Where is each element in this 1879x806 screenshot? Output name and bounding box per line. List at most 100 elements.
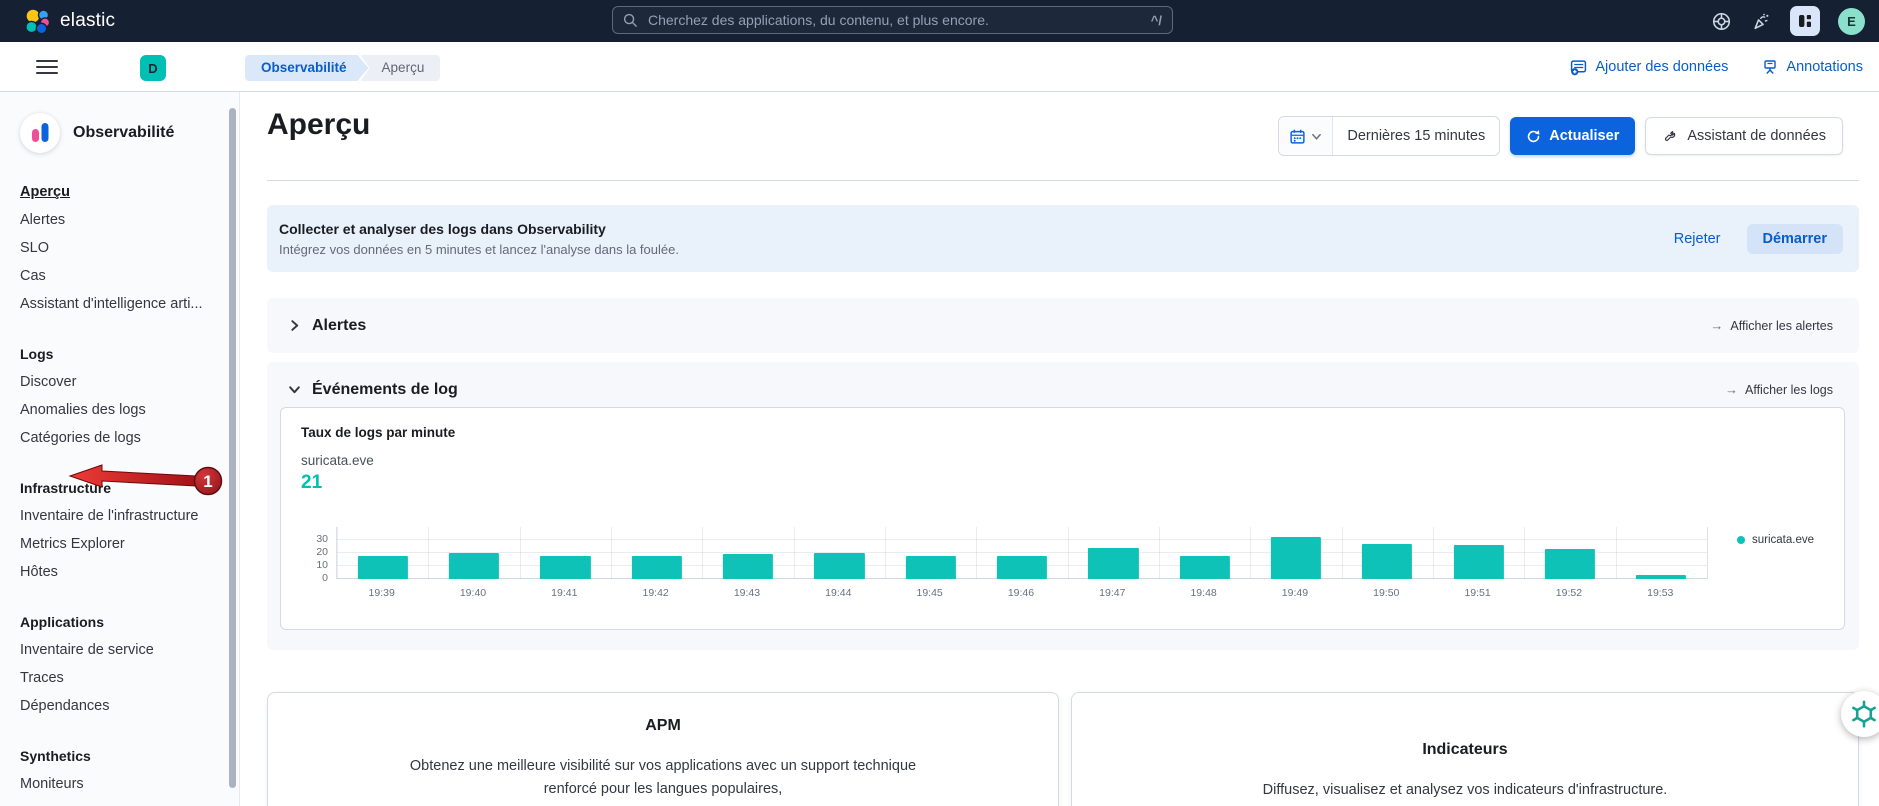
data-assistant-button[interactable]: Assistant de données [1645, 117, 1843, 155]
sidebar-item-apercu[interactable]: Aperçu [20, 178, 215, 206]
chart-bar-19:41 [540, 556, 590, 579]
chart-bar-19:49 [1271, 537, 1321, 579]
alerts-section: Alertes → Afficher les alertes [267, 298, 1859, 353]
user-avatar[interactable]: E [1838, 8, 1865, 35]
chart-slot-19:52 [1524, 527, 1615, 579]
sidebar-item-metrics-explorer[interactable]: Metrics Explorer [20, 530, 215, 558]
start-button[interactable]: Démarrer [1747, 224, 1844, 254]
sidebar-item-alertes[interactable]: Alertes [20, 206, 215, 234]
refresh-button[interactable]: Actualiser [1510, 117, 1635, 155]
log-events-section-title: Événements de log [312, 381, 458, 399]
chart-bar-19:43 [723, 554, 773, 579]
x-axis-label-19:42: 19:42 [610, 587, 701, 599]
chart-bar-19:40 [449, 553, 499, 579]
global-search[interactable]: ^/ [612, 6, 1173, 34]
sidebar-item-inventaire-de-service[interactable]: Inventaire de service [20, 636, 215, 664]
y-axis-label-20: 20 [316, 546, 328, 558]
chart-slot-19:50 [1342, 527, 1433, 579]
space-badge[interactable]: D [140, 55, 166, 81]
header-actions: Ajouter des données Annotations [1570, 42, 1863, 92]
sidebar-item-inventaire-de-l-infrastructure[interactable]: Inventaire de l'infrastructure [20, 502, 215, 530]
chart-slot-19:40 [428, 527, 519, 579]
chart-bar-19:53 [1636, 575, 1686, 579]
chat-assistant-bubble[interactable] [1841, 691, 1879, 737]
date-picker-toggle[interactable] [1279, 117, 1333, 155]
sidebar-item-traces[interactable]: Traces [20, 664, 215, 692]
apm-card-text: Obtenez une meilleure visibilité sur vos… [383, 755, 943, 801]
add-data-button[interactable]: Ajouter des données [1570, 59, 1728, 76]
elastic-logo-icon [24, 8, 51, 35]
sidebar-item-moniteurs[interactable]: Moniteurs [20, 770, 215, 798]
chart-legend[interactable]: suricata.eve [1737, 534, 1814, 546]
banner-texts: Collecter et analyser des logs dans Obse… [267, 221, 679, 257]
breadcrumb-observability[interactable]: Observabilité [245, 55, 369, 81]
x-axis-label-19:51: 19:51 [1432, 587, 1523, 599]
search-input[interactable] [646, 11, 1143, 29]
help-icon[interactable] [1710, 10, 1732, 32]
metric-label: suricata.eve [301, 453, 374, 468]
x-axis-label-19:53: 19:53 [1615, 587, 1706, 599]
x-axis-label-19:41: 19:41 [519, 587, 610, 599]
chart-bar-19:45 [906, 556, 956, 579]
chart-bar-19:39 [358, 556, 408, 579]
sidebar-item-discover[interactable]: Discover [20, 368, 215, 396]
x-axis-label-19:52: 19:52 [1523, 587, 1614, 599]
metrics-card[interactable]: Indicateurs Diffusez, visualisez et anal… [1071, 692, 1859, 806]
refresh-icon [1526, 129, 1541, 144]
sidebar-scrollbar[interactable] [229, 108, 236, 788]
sidebar: Observabilité AperçuAlertesSLOCasAssista… [0, 92, 240, 806]
dismiss-button[interactable]: Rejeter [1674, 231, 1721, 247]
show-alerts-link[interactable]: → Afficher les alertes [1710, 298, 1833, 353]
sidebar-item-categories-de-logs[interactable]: Catégories de logs [20, 424, 215, 452]
chart-slot-19:47 [1068, 527, 1159, 579]
breadcrumb: Observabilité Aperçu [245, 55, 440, 81]
x-axis-label-19:47: 19:47 [1067, 587, 1158, 599]
add-data-label: Ajouter des données [1595, 59, 1728, 75]
annotations-icon [1762, 59, 1778, 75]
x-axis-label-19:48: 19:48 [1158, 587, 1249, 599]
chevron-down-icon [1311, 131, 1322, 142]
chart-slot-19:44 [794, 527, 885, 579]
sidebar-item-assistant-d-intelligence-arti[interactable]: Assistant d'intelligence arti... [20, 290, 215, 318]
time-range-picker[interactable]: Dernières 15 minutes [1278, 116, 1500, 156]
menu-icon[interactable] [34, 55, 60, 79]
annotations-label: Annotations [1786, 59, 1863, 75]
banner-subtitle: Intégrez vos données en 5 minutes et lan… [279, 242, 679, 257]
search-shortcut-hint: ^/ [1151, 13, 1162, 28]
y-axis-label-10: 10 [316, 559, 328, 571]
sidebar-heading-infrastructure: Infrastructure [20, 474, 215, 502]
y-axis: 0102030 [281, 527, 328, 579]
sidebar-item-cas[interactable]: Cas [20, 262, 215, 290]
sidebar-item-dependances[interactable]: Dépendances [20, 692, 215, 720]
sidebar-item-hotes[interactable]: Hôtes [20, 558, 215, 586]
chart-slot-19:49 [1250, 527, 1341, 579]
arrow-right-icon: → [1710, 318, 1723, 333]
page-toolbar: Dernières 15 minutes Actualiser Assistan… [1278, 116, 1843, 156]
x-axis-label-19:50: 19:50 [1341, 587, 1432, 599]
elastic-logo[interactable]: elastic [24, 0, 115, 42]
page-title: Aperçu [267, 108, 370, 142]
apps-menu-icon[interactable] [1790, 6, 1820, 36]
x-axis-label-19:40: 19:40 [427, 587, 518, 599]
calendar-icon [1289, 128, 1306, 145]
alerts-accordion-toggle[interactable]: Alertes [288, 298, 366, 353]
legend-label: suricata.eve [1752, 534, 1814, 546]
bar-chart-plot [336, 527, 1708, 579]
x-axis-label-19:39: 19:39 [336, 587, 427, 599]
annotations-button[interactable]: Annotations [1762, 59, 1863, 75]
arrow-right-icon: → [1725, 382, 1738, 397]
metrics-card-title: Indicateurs [1072, 741, 1858, 759]
time-range-label[interactable]: Dernières 15 minutes [1333, 128, 1499, 144]
sidebar-item-anomalies-des-logs[interactable]: Anomalies des logs [20, 396, 215, 424]
news-icon[interactable] [1750, 10, 1772, 32]
logs-onboarding-banner: Collecter et analyser des logs dans Obse… [267, 205, 1859, 272]
chart-title: Taux de logs par minute [301, 425, 455, 440]
apm-card[interactable]: APM Obtenez une meilleure visibilité sur… [267, 692, 1059, 806]
y-axis-label-30: 30 [316, 533, 328, 545]
chart-bar-19:47 [1088, 548, 1138, 579]
chart-slot-19:42 [611, 527, 702, 579]
metrics-card-text: Diffusez, visualisez et analysez vos ind… [1155, 779, 1775, 802]
sidebar-item-slo[interactable]: SLO [20, 234, 215, 262]
header-divider [267, 180, 1859, 181]
search-icon [623, 13, 638, 28]
